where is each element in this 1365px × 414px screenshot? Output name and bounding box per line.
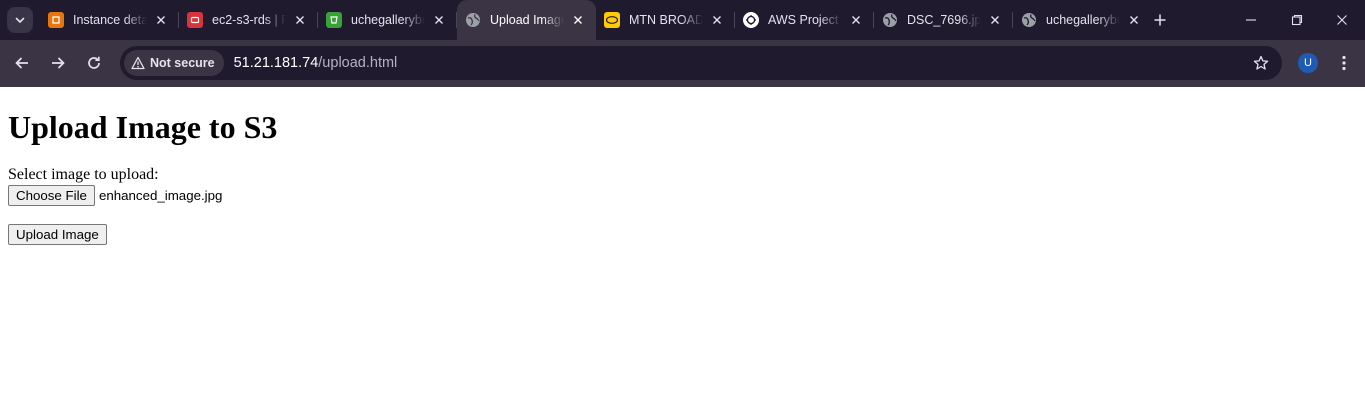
select-image-label: Select image to upload:: [8, 166, 159, 183]
close-icon[interactable]: [570, 12, 586, 28]
arrow-left-icon: [15, 57, 28, 69]
plus-icon: [1154, 14, 1166, 26]
browser-menu-button[interactable]: [1334, 53, 1354, 73]
tab-title: uchegallerybucket: [1046, 13, 1120, 27]
close-icon[interactable]: [709, 12, 725, 28]
reload-icon: [88, 56, 100, 69]
new-tab-button[interactable]: [1151, 11, 1169, 29]
star-icon: [1253, 55, 1269, 70]
tab-title: DSC_7696.jpg: [907, 13, 981, 27]
reload-button[interactable]: [83, 52, 105, 74]
url-host: 51.21.181.74: [233, 55, 319, 71]
mtn-icon: [604, 12, 620, 28]
forward-button[interactable]: [47, 52, 69, 74]
back-button[interactable]: [11, 52, 33, 74]
close-icon[interactable]: [848, 12, 864, 28]
tab-strip: Instance details ec2-s3-rds | RDS uchega…: [0, 0, 1365, 40]
aws-s3-icon: [326, 12, 342, 28]
selected-filename: enhanced_image.jpg: [98, 188, 223, 203]
close-icon[interactable]: [987, 12, 1003, 28]
tab-instance-details[interactable]: Instance details: [40, 0, 179, 40]
page-title: Upload Image to S3: [8, 109, 278, 145]
window-close-button[interactable]: [1319, 0, 1365, 40]
close-icon[interactable]: [153, 12, 169, 28]
globe-icon: [882, 12, 898, 28]
chatgpt-icon: [743, 12, 759, 28]
tab-title: AWS Project: [768, 13, 839, 27]
bookmark-button[interactable]: [1252, 54, 1270, 72]
tab-uchegallerybucket[interactable]: uchegallerybucket: [318, 0, 457, 40]
aws-rds-icon: [187, 12, 203, 28]
profile-avatar[interactable]: U: [1298, 53, 1318, 73]
aws-ec2-icon: [48, 12, 64, 28]
arrow-right-icon: [52, 57, 65, 69]
close-icon[interactable]: [431, 12, 447, 28]
file-input[interactable]: Choose File enhanced_image.jpg: [8, 185, 1357, 206]
tab-title: ec2-s3-rds | RDS: [212, 13, 286, 27]
tab-upload-image[interactable]: Upload Image: [457, 0, 596, 40]
globe-icon: [465, 12, 481, 28]
tab-dsc-7696[interactable]: DSC_7696.jpg: [874, 0, 1013, 40]
url-path: /upload.html: [318, 55, 398, 71]
restore-button[interactable]: [1274, 0, 1320, 40]
warning-icon: [131, 56, 145, 70]
chevron-down-icon: [15, 17, 25, 24]
tab-uchegallerybucket-2[interactable]: uchegallerybucket: [1013, 0, 1152, 40]
page-content: Upload Image to S3 Select image to uploa…: [0, 109, 1365, 245]
restore-icon: [1291, 14, 1303, 26]
more-vertical-icon: [1342, 55, 1346, 71]
tab-list: Instance details ec2-s3-rds | RDS uchega…: [40, 0, 1152, 40]
tab-search-button[interactable]: [7, 7, 33, 33]
url-text[interactable]: 51.21.181.74/upload.html: [234, 55, 398, 71]
tab-ec2-s3-rds[interactable]: ec2-s3-rds | RDS: [179, 0, 318, 40]
choose-file-button[interactable]: Choose File: [8, 185, 95, 206]
minimize-button[interactable]: [1228, 0, 1274, 40]
security-label: Not secure: [150, 56, 215, 70]
tab-title: Instance details: [73, 13, 147, 27]
upload-image-button[interactable]: Upload Image: [8, 224, 107, 245]
tab-title: uchegallerybucket: [351, 13, 425, 27]
tab-title: Upload Image: [490, 13, 564, 27]
tab-mtn-broadband[interactable]: MTN BROADBAND: [596, 0, 735, 40]
minimize-icon: [1246, 19, 1256, 21]
browser-toolbar: Not secure 51.21.181.74/upload.html: [0, 40, 1365, 87]
address-bar[interactable]: Not secure 51.21.181.74/upload.html: [120, 46, 1282, 80]
globe-icon: [1021, 12, 1037, 28]
tab-aws-project[interactable]: AWS Project: [735, 0, 874, 40]
security-chip[interactable]: Not secure: [124, 50, 224, 76]
tab-title: MTN BROADBAND: [629, 13, 703, 27]
close-icon[interactable]: [292, 12, 308, 28]
close-icon: [1337, 15, 1347, 25]
close-icon[interactable]: [1126, 12, 1142, 28]
